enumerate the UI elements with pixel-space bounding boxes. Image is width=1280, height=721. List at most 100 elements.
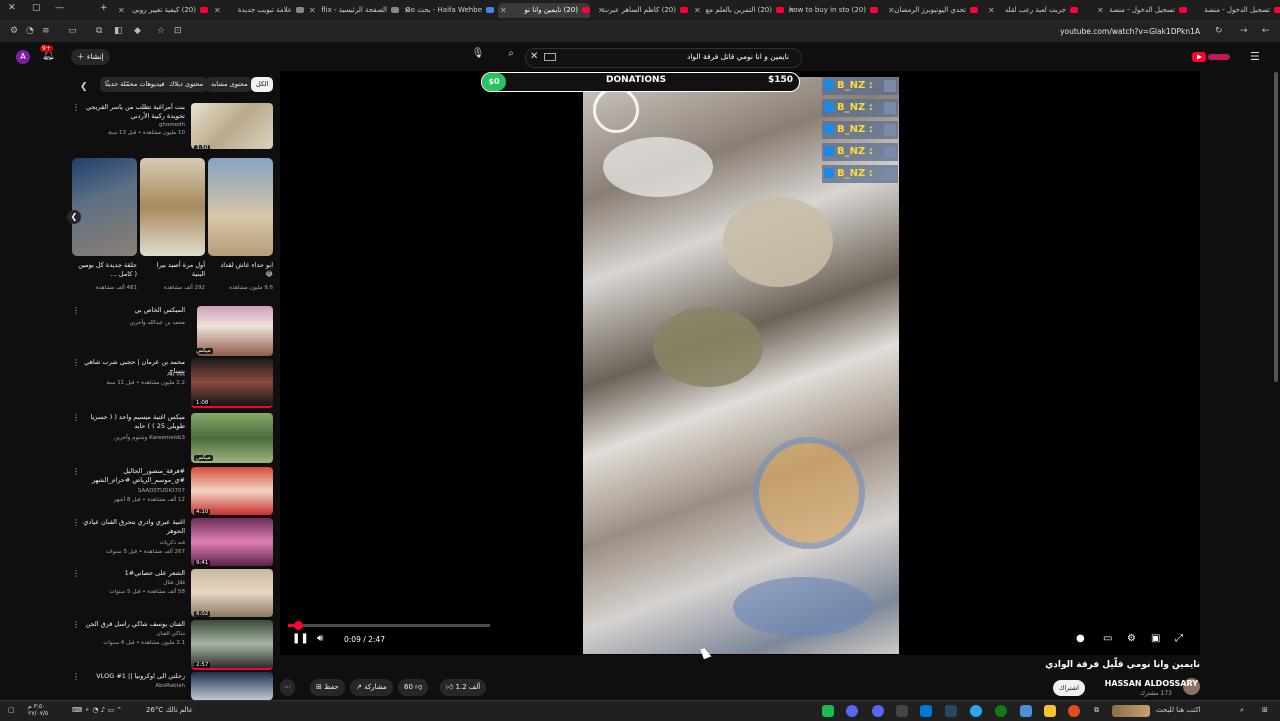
share-button[interactable]: ↗ مشاركة xyxy=(350,679,393,696)
browser-tab[interactable]: (20) how to buy in sto ✕ xyxy=(786,3,878,18)
short-title[interactable]: ابو حداء عاش لقداد 😂 xyxy=(213,261,273,279)
minimize-window-icon[interactable]: — xyxy=(55,3,64,13)
app-install-icon[interactable]: ⊡ xyxy=(174,26,182,36)
more-options-icon[interactable]: ⋮ xyxy=(72,103,80,112)
browser-tab[interactable]: (20) التمرين بالعلم مع ✕ xyxy=(692,3,784,18)
short-title[interactable]: أول مرة أصيد بيرا البنية xyxy=(145,261,205,279)
browser-tab-active[interactable]: (20) نايمين وانا نو ✕ xyxy=(498,3,590,18)
extension-icon[interactable]: ◧ xyxy=(114,26,123,36)
settings-gear-icon[interactable]: ⚙ xyxy=(1127,633,1136,644)
video-title[interactable]: الفنان يوسف شاكي راسل قرق الجن xyxy=(77,620,185,629)
recommendation-item[interactable]: بنت أمراغية تطلب من ياسر القريجي تحويدة … xyxy=(72,103,273,153)
account-avatar[interactable]: A xyxy=(16,50,30,64)
task-view-icon[interactable]: ⧉ xyxy=(1094,706,1099,715)
browser-tab[interactable]: الصفحة الرئيسية - flix ✕ xyxy=(307,3,399,18)
new-tab-icon[interactable]: + xyxy=(100,3,108,13)
favorite-star-icon[interactable]: ☆ xyxy=(157,26,165,36)
recommendation-item[interactable]: رحلتي الى اوكرونيا || VLOG #1 AboRabiah … xyxy=(72,672,273,700)
create-button[interactable]: ＋ إنشاء xyxy=(71,49,110,65)
windows-start-icon[interactable]: ⊞ xyxy=(1262,706,1268,714)
browser-tab[interactable]: علامة تبويب جديدة ✕ xyxy=(212,3,304,18)
more-options-icon[interactable]: ⋮ xyxy=(72,620,80,629)
clear-search-icon[interactable]: ✕ xyxy=(530,51,538,62)
channel-name[interactable]: قلال فتال xyxy=(163,580,185,586)
browser-tab[interactable]: تحدي اليوتيوبرز الرمضان ✕ xyxy=(886,3,978,18)
video-title[interactable]: ميكس اغنية ميسيم واحد ( ( حسريا طويلي 25… xyxy=(77,413,186,431)
save-button[interactable]: ⊞ حفظ xyxy=(310,679,345,696)
video-title[interactable]: الميكس الخاص بي xyxy=(77,306,185,315)
chip-recent[interactable]: فيديوهات محمّلة حديثًا xyxy=(100,77,170,92)
channel-name-main[interactable]: HASSAN ALDOSSARY xyxy=(1105,679,1198,688)
weather-widget[interactable]: 26°C عالم تالك xyxy=(146,706,193,714)
clock[interactable]: ٣:٥٠ م ٢٧/٠٧/٥ xyxy=(28,703,48,717)
channel-name[interactable]: AR MR xyxy=(167,372,185,378)
channel-name[interactable]: شاكي الفنان xyxy=(156,631,185,637)
reading-list-icon[interactable]: ≡ xyxy=(42,26,50,36)
volume-icon[interactable]: 🔊︎ xyxy=(317,633,323,644)
recommendation-item[interactable]: الميكس الخاص بي محمد بن عبدالله وآخرين م… xyxy=(72,306,273,356)
maximize-window-icon[interactable]: ▢ xyxy=(32,3,41,13)
more-options-icon[interactable]: ⋮ xyxy=(72,672,80,681)
short-thumbnail[interactable] xyxy=(72,158,137,256)
back-icon[interactable]: ← xyxy=(1262,26,1270,36)
video-thumbnail[interactable] xyxy=(191,569,273,617)
browser-tab[interactable]: تسجيل الدخول - منصة xyxy=(1190,3,1280,18)
app-icon[interactable] xyxy=(822,705,834,717)
channel-name[interactable]: ghomedh xyxy=(159,122,185,128)
search-input[interactable]: نايمين و انا نومي قاتل فرقة الواد xyxy=(525,48,802,68)
steam-icon[interactable] xyxy=(945,705,957,717)
close-window-icon[interactable]: ✕ xyxy=(8,3,16,13)
notifications-icon[interactable]: ▢ xyxy=(8,706,15,714)
channel-name[interactable]: فنه ذكريات xyxy=(160,540,185,546)
channel-name[interactable]: SAADSTUDIO707 xyxy=(138,488,185,494)
more-options-icon[interactable]: ⋮ xyxy=(72,306,80,315)
shorts-scroll-left-icon[interactable]: ❮ xyxy=(67,210,81,224)
chip-all[interactable]: الكل xyxy=(251,77,274,92)
recommendation-item[interactable]: ميكس اغنية ميسيم واحد ( ( حسريا طويلي 25… xyxy=(72,413,273,463)
more-options-icon[interactable]: ⋮ xyxy=(72,358,80,367)
browser-tab[interactable]: (20) كاظم الساهر عبرت ✕ xyxy=(596,3,688,18)
voice-search-mic-icon[interactable]: 🎙︎ xyxy=(470,48,486,66)
chip-related[interactable]: محتوى مشابه xyxy=(206,77,253,92)
forward-icon[interactable]: → xyxy=(1240,26,1248,36)
channel-name[interactable]: AboRabiah xyxy=(155,683,185,689)
browser-tab[interactable]: جربت لعبة رعب لقلد ✕ xyxy=(986,3,1078,18)
collections-icon[interactable]: ⧉ xyxy=(96,26,102,36)
short-thumbnail[interactable] xyxy=(140,158,205,256)
recommendation-item[interactable]: اغنية عبري وادري بتحرق الفنان عيادي الجو… xyxy=(72,518,273,568)
url-text[interactable]: youtube.com/watch?v=Glak1DPkn1A xyxy=(1060,27,1200,36)
more-options-icon[interactable]: ⋮ xyxy=(72,518,80,527)
autoplay-toggle-icon[interactable]: ● xyxy=(1076,633,1085,644)
recommendation-item[interactable]: الشعر على حصاني#1 قلال فتال 58 ألف مشاهد… xyxy=(72,569,273,619)
page-scrollbar[interactable] xyxy=(1274,72,1278,382)
recommendation-item[interactable]: الفنان يوسف شاكي راسل قرق الجن شاكي الفن… xyxy=(72,620,273,670)
browser-tab[interactable]: Haifa Wehbe - بحث Go ✕ xyxy=(402,3,494,18)
refresh-icon[interactable]: ↻ xyxy=(1215,26,1223,36)
more-options-icon[interactable]: ⋮ xyxy=(72,413,80,422)
video-title[interactable]: بنت أمراغية تطلب من ياسر القريجي تحويدة … xyxy=(77,103,185,121)
search-icon[interactable]: ⌕ xyxy=(501,48,521,66)
search-highlight-image[interactable] xyxy=(1112,705,1150,717)
telegram-icon[interactable] xyxy=(970,705,982,717)
browser-tab[interactable]: (20) كيفية تغيير روبي ✕ xyxy=(116,3,208,18)
video-thumbnail[interactable] xyxy=(191,103,273,149)
recommendation-item[interactable]: محمد بن عرمان | حجبي شرب شاهي بتمناح AR … xyxy=(72,358,273,408)
dislike-button[interactable]: 60 👎︎ xyxy=(398,679,429,696)
browser-tab[interactable]: تسجيل الدخول - منصة ✕ xyxy=(1095,3,1187,18)
video-thumbnail[interactable] xyxy=(191,467,273,515)
discord-icon[interactable] xyxy=(846,705,858,717)
video-thumbnail[interactable] xyxy=(191,672,273,700)
more-options-icon[interactable]: ⋮ xyxy=(72,467,80,476)
sidebar-icon[interactable]: ▭ xyxy=(68,26,77,36)
video-thumbnail[interactable] xyxy=(191,518,273,566)
video-title[interactable]: اغنية عبري وادري بتحرق الفنان عيادي الجو… xyxy=(77,518,185,536)
app-icon[interactable] xyxy=(896,705,908,717)
puzzle-icon[interactable]: ◆ xyxy=(134,26,141,36)
search-icon[interactable]: ⌕ xyxy=(1240,706,1244,715)
subscribe-button[interactable]: اشتراك xyxy=(1053,680,1085,696)
more-options-icon[interactable]: ⋮ xyxy=(72,569,80,578)
like-button[interactable]: 👍︎ 1.2 ألف xyxy=(440,679,487,696)
fullscreen-icon[interactable]: ⤢ xyxy=(1175,633,1183,644)
keyboard-icon[interactable] xyxy=(544,53,556,61)
video-title[interactable]: الشعر على حصاني#1 xyxy=(77,569,185,578)
